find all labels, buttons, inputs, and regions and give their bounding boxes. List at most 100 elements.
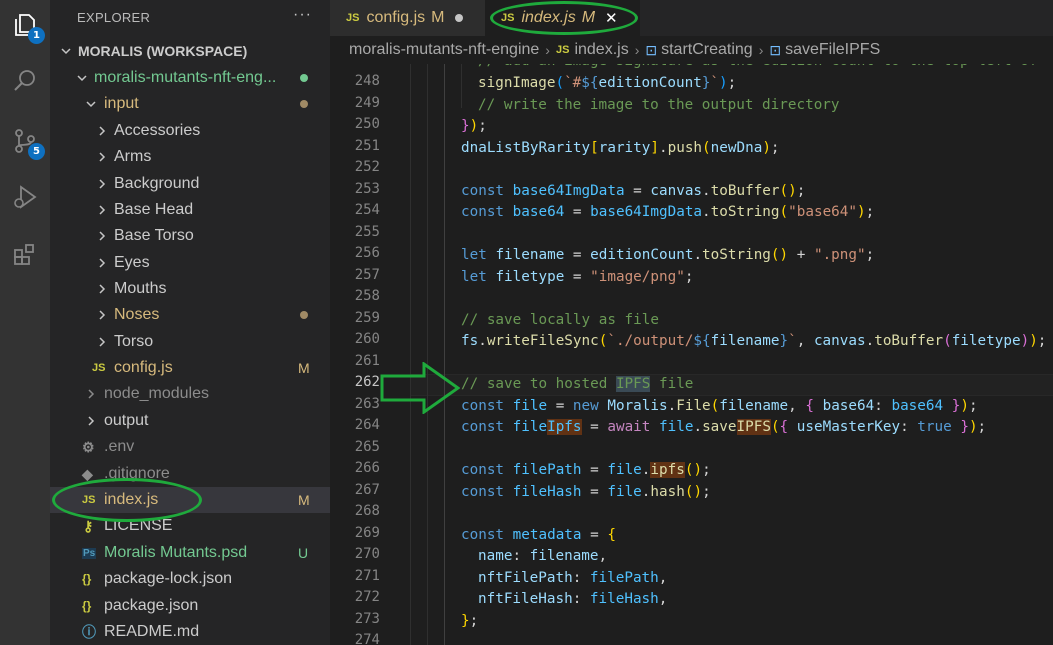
folder-label: Accessories <box>114 122 201 139</box>
line-number: 259 <box>354 310 380 326</box>
run-debug-icon <box>14 185 37 209</box>
chevron-right-icon: › <box>634 42 640 58</box>
file-config-js[interactable]: JS config.js M <box>50 355 330 381</box>
extensions-activity-button[interactable] <box>8 238 42 272</box>
line-number: 274 <box>354 632 380 645</box>
explorer-activity-button[interactable]: 1 <box>8 8 45 44</box>
code-line: nftFilePath: filePath, <box>478 570 668 586</box>
run-debug-activity-button[interactable] <box>8 180 42 214</box>
line-number: 263 <box>354 396 380 412</box>
arrow-right-icon <box>380 362 460 414</box>
tab-label: config.js <box>366 9 426 26</box>
javascript-file-icon: JS <box>92 362 106 374</box>
folder-label: node_modules <box>104 385 209 402</box>
line-number: 253 <box>354 181 380 197</box>
project-folder[interactable]: moralis-mutants-nft-eng... <box>50 65 330 91</box>
folder-label: Arms <box>114 148 152 165</box>
folder-arms[interactable]: Arms <box>50 144 330 170</box>
folder-accessories[interactable]: Accessories <box>50 118 330 144</box>
code-line: }); <box>461 118 487 134</box>
line-number: 251 <box>354 138 380 154</box>
code-line: const base64ImgData = canvas.toBuffer(); <box>461 183 806 199</box>
line-number: 261 <box>354 353 380 369</box>
line-number: 247 <box>330 64 380 67</box>
line-number: 273 <box>354 611 380 627</box>
breadcrumb-file[interactable]: index.js <box>574 41 628 59</box>
extensions-icon <box>14 244 34 265</box>
file-readme[interactable]: ⓘ README.md <box>50 619 330 645</box>
chevron-right-icon <box>95 124 109 138</box>
code-line: name: filename, <box>478 548 608 564</box>
highlight-ring <box>52 478 202 522</box>
json-file-icon: {} <box>82 599 92 613</box>
chevron-right-icon <box>95 177 109 191</box>
folder-node-modules[interactable]: node_modules <box>50 381 330 407</box>
untracked-dot <box>300 74 308 82</box>
folder-label: Mouths <box>114 280 167 297</box>
chevron-right-icon <box>95 308 109 322</box>
line-number: 266 <box>354 460 380 476</box>
activity-bar: 1 5 <box>0 0 50 645</box>
folder-base-head[interactable]: Base Head <box>50 197 330 223</box>
code-editor[interactable]: 247 248 249 250 251 252 253 254 255 256 … <box>330 64 1053 645</box>
breadcrumb-function[interactable]: startCreating <box>661 41 753 59</box>
chevron-down-icon <box>75 71 89 85</box>
file-package-lock[interactable]: {} package-lock.json <box>50 566 330 592</box>
folder-label: Noses <box>114 306 160 323</box>
explorer-sidebar: EXPLORER ··· MORALIS (WORKSPACE) moralis… <box>50 0 330 645</box>
line-number: 254 <box>354 202 380 218</box>
folder-label: Eyes <box>114 254 150 271</box>
code-line: const file = new Moralis.File(filename, … <box>461 398 978 414</box>
folder-input[interactable]: input <box>50 91 330 117</box>
source-control-badge: 5 <box>28 143 45 160</box>
chevron-right-icon <box>95 282 109 296</box>
folder-base-torso[interactable]: Base Torso <box>50 223 330 249</box>
file-package-json[interactable]: {} package.json <box>50 593 330 619</box>
line-number: 269 <box>354 525 380 541</box>
license-icon: ⚷ <box>83 517 94 534</box>
chevron-down-icon <box>59 44 73 58</box>
code-line: fs.writeFileSync(`./output/${filename}`,… <box>461 333 1047 349</box>
folder-noses[interactable]: Noses <box>50 302 330 328</box>
breadcrumb-folder[interactable]: moralis-mutants-nft-engine <box>349 41 539 59</box>
folder-eyes[interactable]: Eyes <box>50 250 330 276</box>
more-actions-button[interactable]: ··· <box>293 6 312 24</box>
folder-label: Base Head <box>114 201 194 218</box>
indent-guide <box>444 64 445 645</box>
explorer-title: EXPLORER <box>77 10 151 25</box>
git-status: M <box>298 492 310 508</box>
chevron-right-icon <box>95 150 109 164</box>
breadcrumb-function[interactable]: saveFileIPFS <box>785 41 880 59</box>
line-number: 256 <box>354 245 380 261</box>
tab-status: M <box>431 9 445 26</box>
javascript-file-icon: JS <box>346 12 360 24</box>
search-icon <box>14 70 35 91</box>
json-file-icon: {} <box>82 572 92 586</box>
unsaved-dot-icon[interactable] <box>454 14 463 22</box>
file-label: package-lock.json <box>104 570 233 587</box>
tab-bar: JS config.js M JS index.js M ✕ <box>330 0 1053 36</box>
code-line: const filePath = file.ipfs(); <box>461 462 711 478</box>
line-number: 249 <box>354 95 380 111</box>
line-number: 258 <box>354 288 380 304</box>
chevron-right-icon <box>84 414 98 428</box>
search-activity-button[interactable] <box>8 64 42 98</box>
project-folder-label: moralis-mutants-nft-eng... <box>94 69 277 86</box>
folder-torso[interactable]: Torso <box>50 329 330 355</box>
file-label: README.md <box>104 623 200 640</box>
chevron-right-icon: › <box>545 42 550 58</box>
folder-background[interactable]: Background <box>50 171 330 197</box>
folder-output[interactable]: output <box>50 408 330 434</box>
code-line: let filename = editionCount.toString() +… <box>461 247 875 263</box>
code-line: const metadata = { <box>461 527 616 543</box>
file-psd[interactable]: Ps Moralis Mutants.psd U <box>50 540 330 566</box>
source-control-activity-button[interactable]: 5 <box>8 124 45 160</box>
folder-mouths[interactable]: Mouths <box>50 276 330 302</box>
chevron-down-icon <box>84 97 98 111</box>
line-number-active: 262 <box>354 374 380 390</box>
tab-config-js[interactable]: JS config.js M <box>330 0 485 36</box>
file-env[interactable]: ⚙ .env <box>50 434 330 460</box>
code-line: nftFileHash: fileHash, <box>478 591 668 607</box>
workspace-root[interactable]: MORALIS (WORKSPACE) <box>50 38 330 64</box>
file-label: package.json <box>104 597 199 614</box>
